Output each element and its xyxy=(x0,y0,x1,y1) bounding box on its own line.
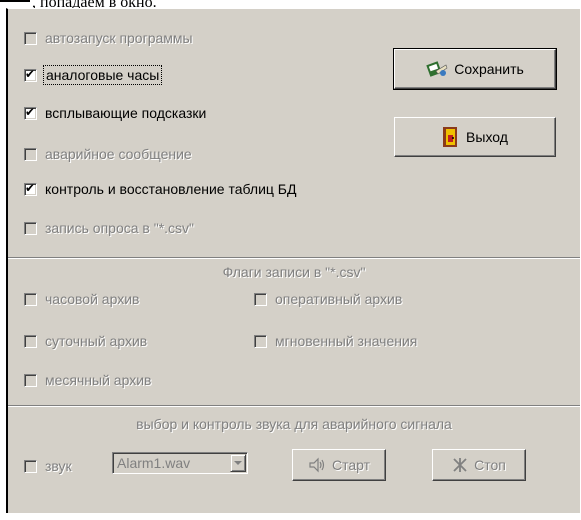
flag-daily[interactable]: суточный архив xyxy=(24,333,147,349)
exit-button[interactable]: Выход xyxy=(394,117,556,157)
separator xyxy=(8,405,580,407)
save-icon xyxy=(426,59,448,79)
operative-checkbox[interactable] xyxy=(254,292,267,306)
csv-flags-title: Флаги записи в "*.csv" xyxy=(222,264,366,280)
option-csv-record[interactable]: запись опроса в "*.csv" xyxy=(24,220,194,236)
csv-record-checkbox[interactable] xyxy=(24,221,37,235)
sound-file-value: Alarm1.wav xyxy=(117,455,191,471)
sound-checkbox[interactable] xyxy=(24,459,37,473)
option-label: аналоговые часы xyxy=(42,65,163,85)
chevron-down-icon[interactable] xyxy=(230,454,246,472)
settings-dialog: автозапуск программы ✔ аналоговые часы ✔… xyxy=(6,8,580,513)
speaker-icon xyxy=(308,457,326,473)
save-button[interactable]: Сохранить xyxy=(393,48,557,90)
tooltips-checkbox[interactable]: ✔ xyxy=(24,105,37,120)
door-icon xyxy=(442,126,460,148)
daily-checkbox[interactable] xyxy=(24,334,37,348)
option-db-control[interactable]: ✔ контроль и восстановление таблиц БД xyxy=(24,181,296,197)
option-analog-clock[interactable]: ✔ аналоговые часы xyxy=(24,65,163,85)
flag-label: месячный архив xyxy=(45,372,152,388)
start-label: Старт xyxy=(331,457,371,473)
flag-operative[interactable]: оперативный архив xyxy=(254,291,402,307)
exit-label: Выход xyxy=(466,129,508,145)
sound-file-select[interactable]: Alarm1.wav xyxy=(112,452,248,474)
option-label: запись опроса в "*.csv" xyxy=(45,220,195,236)
flag-label: мгновенный значения xyxy=(275,333,418,349)
flag-label: оперативный архив xyxy=(275,291,403,307)
sound-label: звук xyxy=(45,458,72,474)
autostart-checkbox[interactable] xyxy=(24,31,37,45)
instant-checkbox[interactable] xyxy=(254,334,267,348)
analog-clock-checkbox[interactable]: ✔ xyxy=(24,67,37,82)
option-alarm-message[interactable]: аварийное сообщение xyxy=(24,146,192,162)
flag-label: суточный архив xyxy=(45,333,148,349)
flag-hourly[interactable]: часовой архив xyxy=(24,291,139,307)
option-tooltips[interactable]: ✔ всплывающие подсказки xyxy=(24,105,206,121)
underline-mark xyxy=(0,0,30,2)
stop-icon xyxy=(452,457,468,473)
separator xyxy=(8,257,580,259)
option-label: автозапуск программы xyxy=(45,30,193,46)
stop-label: Стоп xyxy=(474,457,506,473)
option-label: всплывающие подсказки xyxy=(45,105,207,121)
stop-button[interactable]: Стоп xyxy=(432,449,526,481)
flag-instant[interactable]: мгновенный значения xyxy=(254,333,417,349)
db-control-checkbox[interactable]: ✔ xyxy=(24,181,37,196)
sound-toggle[interactable]: звук xyxy=(24,458,72,474)
save-label: Сохранить xyxy=(454,61,524,77)
alarm-message-checkbox[interactable] xyxy=(24,147,37,161)
option-autostart[interactable]: автозапуск программы xyxy=(24,30,193,46)
flag-label: часовой архив xyxy=(45,291,140,307)
sound-group-title: выбор и контроль звука для аварийного си… xyxy=(136,416,452,432)
option-label: аварийное сообщение xyxy=(45,146,192,162)
start-button[interactable]: Старт xyxy=(292,449,386,481)
monthly-checkbox[interactable] xyxy=(24,373,37,387)
flag-monthly[interactable]: месячный архив xyxy=(24,372,151,388)
option-label: контроль и восстановление таблиц БД xyxy=(45,181,297,197)
hourly-checkbox[interactable] xyxy=(24,292,37,306)
